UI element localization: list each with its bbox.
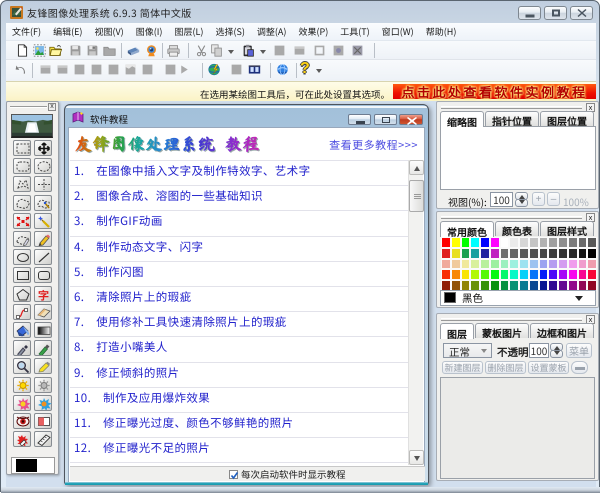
svg-text:字: 字 [38, 288, 49, 301]
